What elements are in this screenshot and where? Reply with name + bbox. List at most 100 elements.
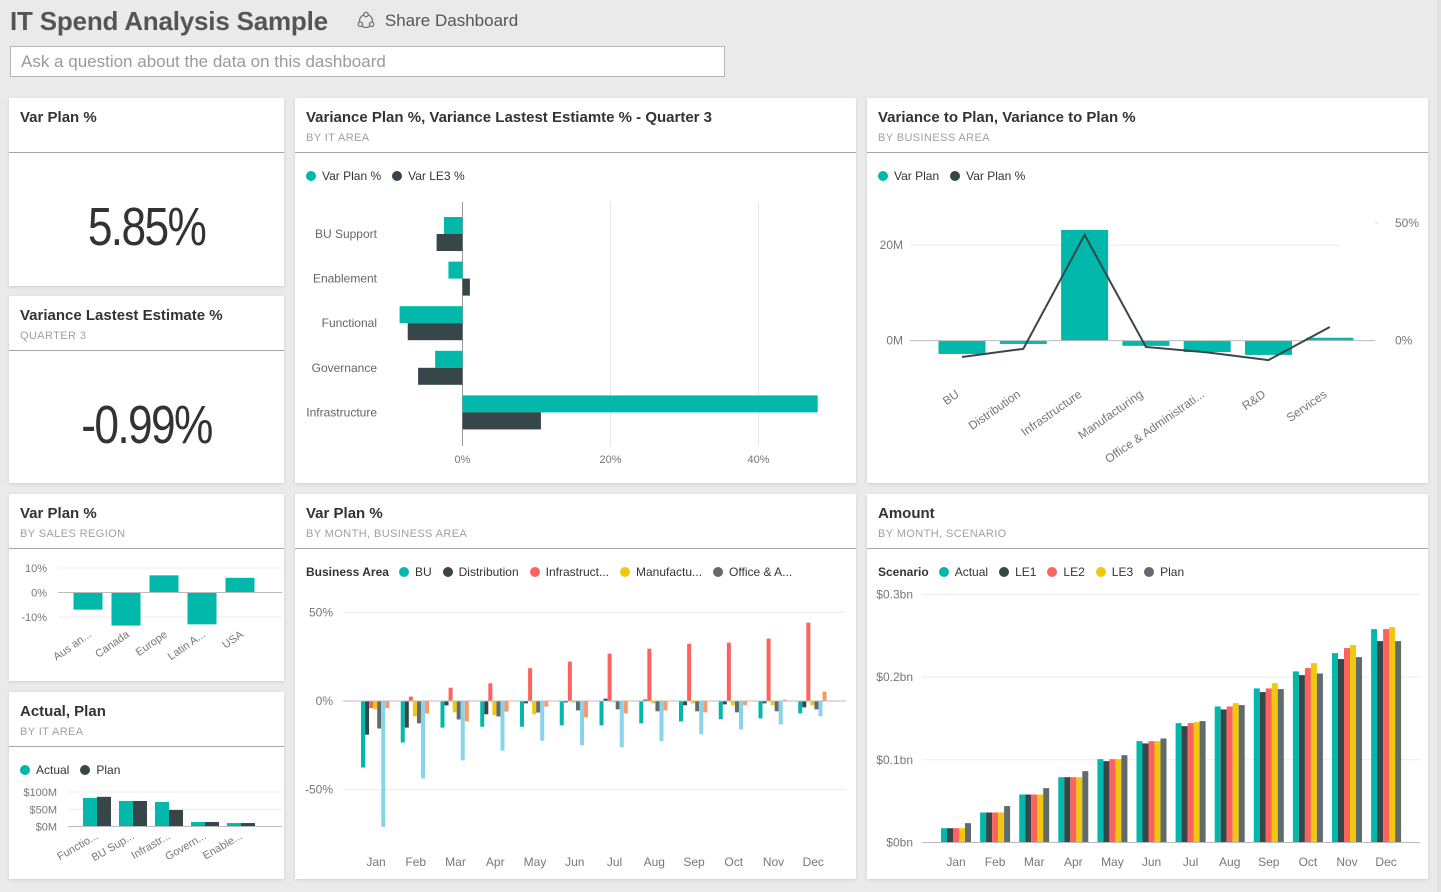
x-tick-label: Aug — [1219, 855, 1240, 869]
x-tick-label: Oct — [1299, 855, 1318, 869]
bar — [480, 701, 485, 727]
bar — [699, 701, 704, 735]
qa-question-box[interactable] — [10, 46, 725, 77]
bar — [225, 577, 255, 593]
tile-var-plan-month[interactable]: Var Plan % BY MONTH, BUSINESS AREA Busin… — [295, 494, 856, 879]
bar — [659, 701, 664, 742]
x-tick-label: Apr — [486, 855, 505, 869]
bar — [444, 701, 449, 706]
bar — [584, 701, 589, 718]
bar — [1121, 755, 1128, 843]
bar — [814, 701, 819, 710]
bar — [798, 701, 803, 714]
category-label: Govern... — [163, 830, 208, 863]
x-tick-label: Dec — [1375, 855, 1396, 869]
bar — [965, 823, 971, 843]
tile-variance-q3[interactable]: Variance Plan %, Variance Lastest Estiam… — [295, 98, 856, 483]
bar — [1025, 794, 1032, 843]
bar — [227, 823, 241, 827]
bar — [1344, 648, 1350, 843]
y-right-tick-label: 0% — [1395, 334, 1413, 348]
bar — [986, 812, 993, 843]
tile-var-plan-sales-region[interactable]: Var Plan % BY SALES REGION 10% 0% -10% Aus … — [9, 494, 284, 681]
bar — [1187, 723, 1194, 843]
bar — [385, 701, 390, 709]
bar — [941, 828, 947, 843]
bar — [959, 828, 965, 843]
tile-var-plan-kpi[interactable]: Var Plan % 5.85% — [9, 98, 284, 286]
x-tick-label: Jun — [1142, 855, 1161, 869]
kpi-value: 5.85% — [87, 197, 207, 257]
bar — [1199, 721, 1206, 843]
tile-title: Variance Lastest Estimate % — [20, 307, 223, 324]
bar — [822, 691, 827, 701]
x-tick-label: Jul — [607, 855, 622, 869]
bar — [703, 701, 708, 713]
bar — [425, 701, 430, 714]
qa-question-input[interactable] — [11, 47, 724, 76]
bar — [1265, 688, 1272, 843]
tile-actual-plan[interactable]: Actual, Plan BY IT AREA Actual Plan $100M… — [9, 692, 284, 879]
y-tick-label: -50% — [305, 783, 333, 797]
bar — [444, 217, 463, 234]
bar — [615, 701, 620, 710]
bar — [1058, 777, 1065, 843]
x-tick-label: May — [524, 855, 547, 869]
bar — [73, 592, 103, 610]
bar — [241, 823, 255, 827]
bar — [722, 701, 727, 705]
page-scrollbar[interactable] — [1437, 0, 1441, 892]
y-left-tick-label: 20M — [880, 238, 903, 252]
bar — [544, 701, 549, 707]
bar — [532, 701, 537, 715]
bar — [83, 797, 97, 827]
bar — [460, 701, 465, 761]
bar — [1037, 794, 1044, 843]
x-tick-label: Jan — [946, 855, 965, 869]
bar — [1226, 706, 1233, 843]
bar — [758, 701, 763, 719]
category-label: Functional — [322, 316, 377, 330]
bar — [734, 701, 739, 713]
bar — [663, 701, 668, 711]
bar — [695, 701, 700, 712]
bar — [418, 367, 463, 385]
bar — [1070, 777, 1077, 843]
bar — [1310, 663, 1317, 843]
bar — [1175, 723, 1182, 843]
bar — [683, 701, 688, 706]
share-dashboard-button[interactable]: Share Dashboard — [356, 11, 518, 31]
category-label: Aus an... — [51, 629, 93, 664]
bar — [381, 701, 386, 827]
tile-var-le-kpi[interactable]: Variance Lastest Estimate % QUARTER 3 -0… — [9, 296, 284, 483]
bar — [1154, 741, 1161, 843]
bar — [436, 234, 463, 251]
bar — [407, 323, 463, 341]
bar — [440, 701, 445, 728]
x-tick-label: Mar — [445, 855, 466, 869]
bar — [739, 701, 743, 730]
bar — [730, 701, 735, 706]
bar — [1232, 703, 1239, 843]
x-tick-label: Jun — [565, 855, 584, 869]
bar — [399, 306, 463, 324]
x-tick-label: Nov — [763, 855, 784, 869]
category-label: Enable... — [201, 830, 245, 862]
y-tick-label: $0M — [36, 822, 57, 834]
category-label: Distribution — [966, 387, 1023, 433]
tile-variance-business-area[interactable]: Variance to Plan, Variance to Plan % BY … — [867, 98, 1428, 483]
bar — [1115, 759, 1122, 843]
category-label: Canada — [93, 628, 132, 660]
bar — [619, 701, 624, 748]
bar — [1148, 741, 1155, 843]
bar — [1076, 777, 1083, 843]
y-tick-label: -10% — [21, 612, 47, 624]
bar — [452, 701, 457, 713]
bar — [623, 701, 628, 714]
bar — [980, 812, 987, 843]
bar — [992, 812, 999, 843]
bar — [1082, 771, 1089, 843]
bar — [149, 575, 179, 593]
tile-amount[interactable]: Amount BY MONTH, SCENARIO Scenario Actual… — [867, 494, 1428, 879]
bar — [1298, 675, 1305, 843]
